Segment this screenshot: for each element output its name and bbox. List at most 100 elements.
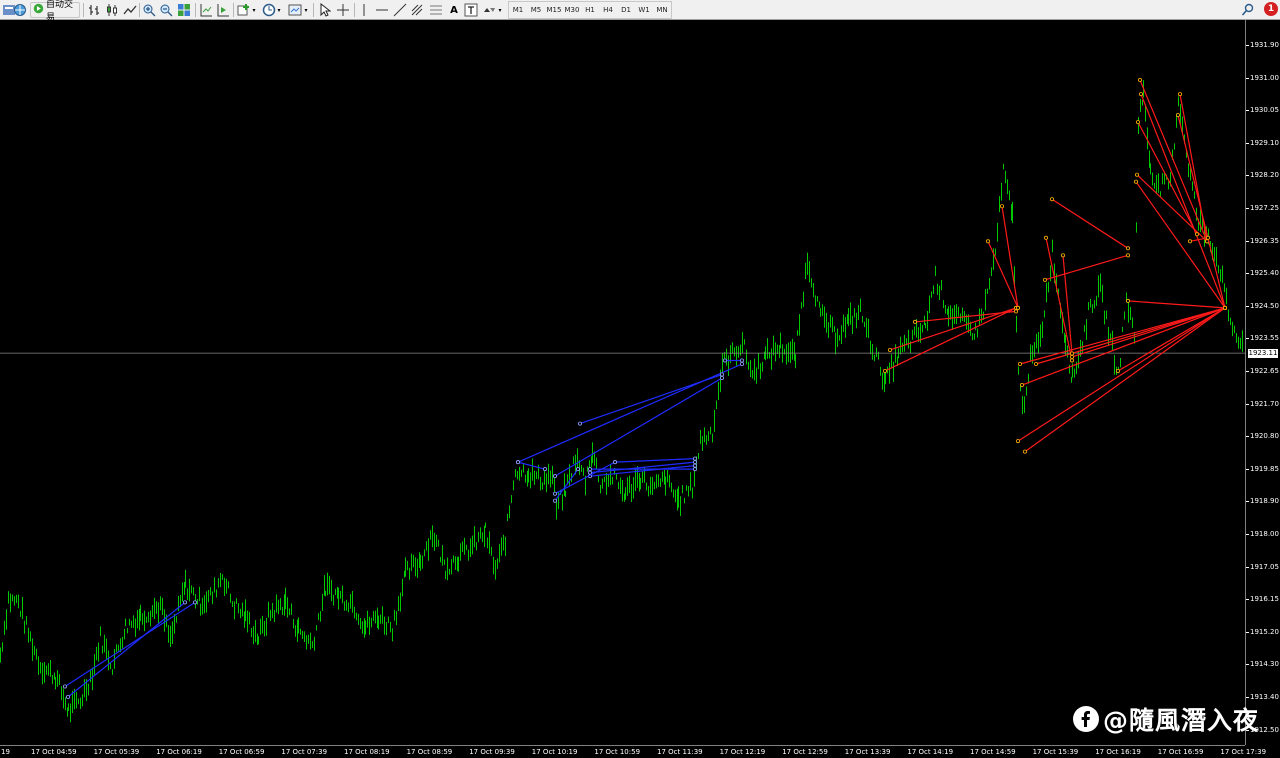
red-trendline xyxy=(1019,307,1226,365)
vertical-line-icon[interactable] xyxy=(356,2,372,18)
price-tick-label: 1914.30 xyxy=(1250,660,1279,669)
red-trendline xyxy=(1044,254,1129,281)
price-tick-label: 1928.20 xyxy=(1250,171,1279,180)
toolbar-divider xyxy=(354,3,355,17)
red-trendline xyxy=(1071,307,1226,358)
time-tick-label: 17 Oct 08:59 xyxy=(406,748,453,756)
autotrade-icon xyxy=(33,3,44,17)
trendline-anchor xyxy=(543,467,548,472)
time-tick-label: 17 Oct 06:19 xyxy=(156,748,202,756)
watermark: @隨風潛入夜 xyxy=(1073,702,1259,736)
indicators-icon[interactable] xyxy=(236,2,252,18)
price-tick-mark xyxy=(1246,599,1249,601)
text-icon[interactable]: A xyxy=(446,2,462,18)
price-chart[interactable] xyxy=(0,20,1245,745)
price-tick-label: 1923.55 xyxy=(1250,334,1279,343)
price-tick-mark xyxy=(1246,403,1249,405)
price-tick-label: 1919.85 xyxy=(1250,464,1279,473)
time-tick-label: 17 Oct 12:19 xyxy=(719,748,766,756)
price-tick-mark xyxy=(1246,566,1249,568)
chevron-down-icon[interactable]: ▾ xyxy=(303,2,309,18)
trendline-anchor xyxy=(553,491,558,496)
price-tick-label: 1929.10 xyxy=(1250,138,1279,147)
tab-mn[interactable]: MN xyxy=(654,3,670,17)
blue-trendline xyxy=(517,461,546,470)
price-tick-label: 1926.35 xyxy=(1250,236,1279,245)
price-tick-label: 1931.00 xyxy=(1250,73,1279,82)
trendline-icon[interactable] xyxy=(392,2,408,18)
price-tick-mark xyxy=(1246,110,1249,112)
tab-m15[interactable]: M15 xyxy=(546,3,562,17)
trendline-anchor xyxy=(1000,204,1005,209)
red-trendline xyxy=(1001,206,1019,308)
candlestick-icon[interactable] xyxy=(104,2,120,18)
alert-icon[interactable]: 1 xyxy=(1264,2,1278,16)
arrows-icon[interactable] xyxy=(481,2,497,18)
trendline-anchor xyxy=(1223,305,1228,310)
time-tick-label: 17 Oct 06:59 xyxy=(218,748,265,756)
time-tick-label: 17 Oct 10:59 xyxy=(594,748,641,756)
trendline-anchor xyxy=(883,368,888,373)
blue-trendline xyxy=(614,458,696,463)
chevron-down-icon[interactable]: ▾ xyxy=(251,2,257,18)
time-tick-label: 17 Oct 14:19 xyxy=(907,748,954,756)
price-tick-mark xyxy=(1246,240,1249,242)
price-tick-label: 1920.80 xyxy=(1250,432,1279,441)
price-tick-mark xyxy=(1246,45,1249,46)
chevron-down-icon[interactable]: ▾ xyxy=(497,2,503,18)
time-tick-label: 17 Oct 17:39 xyxy=(1220,748,1267,756)
cursor-icon[interactable] xyxy=(316,2,332,18)
red-trendline xyxy=(1139,79,1208,242)
toolbar-divider xyxy=(233,3,234,17)
channel-icon[interactable] xyxy=(428,2,444,18)
fibonacci-icon[interactable] xyxy=(409,2,425,18)
tab-h1[interactable]: H1 xyxy=(582,3,598,17)
period-icon[interactable] xyxy=(261,2,277,18)
trendline-anchor xyxy=(1126,246,1131,251)
red-trendline xyxy=(914,310,1017,323)
market-watch-icon[interactable] xyxy=(12,2,28,18)
trendline-anchor xyxy=(66,695,71,700)
trendline-anchor xyxy=(1050,197,1055,202)
line-chart-icon[interactable] xyxy=(122,2,138,18)
price-tick-label: 1924.50 xyxy=(1250,301,1279,310)
blue-trendline xyxy=(64,601,196,687)
bar-chart-icon[interactable] xyxy=(86,2,102,18)
trendline-anchor xyxy=(588,470,593,475)
tile-windows-icon[interactable] xyxy=(176,2,192,18)
templates-icon[interactable] xyxy=(287,2,303,18)
trendline-anchor xyxy=(588,467,593,472)
tab-h4[interactable]: H4 xyxy=(600,3,616,17)
horizontal-line-icon[interactable] xyxy=(374,2,390,18)
price-tick-mark xyxy=(1246,468,1249,470)
chart-shift-icon[interactable] xyxy=(198,2,214,18)
autoscroll-icon[interactable] xyxy=(215,2,231,18)
trendline-anchor xyxy=(1176,113,1181,118)
tab-m1[interactable]: M1 xyxy=(510,3,526,17)
tab-d1[interactable]: D1 xyxy=(618,3,634,17)
tab-m30[interactable]: M30 xyxy=(564,3,580,17)
time-tick-label: 17 Oct 12:59 xyxy=(782,748,828,756)
price-tick-mark xyxy=(1246,697,1249,698)
time-tick-label: 17 Oct 16:19 xyxy=(1095,748,1141,756)
crosshair-icon[interactable] xyxy=(335,2,351,18)
watermark-text: @隨風潛入夜 xyxy=(1103,706,1260,735)
search-icon[interactable] xyxy=(1240,2,1256,18)
price-tick-mark xyxy=(1246,273,1249,275)
tab-m5[interactable]: M5 xyxy=(528,3,544,17)
trendline-anchor xyxy=(986,239,991,244)
zoom-in-icon[interactable] xyxy=(141,2,157,18)
trendline-anchor xyxy=(1138,78,1143,83)
price-tick-mark xyxy=(1246,338,1249,340)
trendline-anchor xyxy=(1135,172,1140,177)
trendline-anchor xyxy=(1034,361,1039,366)
trendline-anchor xyxy=(516,460,521,465)
price-tick-mark xyxy=(1246,664,1249,666)
tab-w1[interactable]: W1 xyxy=(636,3,652,17)
chevron-down-icon[interactable]: ▾ xyxy=(276,2,282,18)
zoom-out-icon[interactable] xyxy=(158,2,174,18)
price-axis: 1931.90 1931.00 1930.05 1929.10 1928.20 1927.… xyxy=(1245,20,1280,745)
text-label-icon[interactable] xyxy=(463,2,479,18)
autotrade-button[interactable]: 自动交易 xyxy=(30,0,80,23)
trendline-anchor xyxy=(1206,235,1211,240)
